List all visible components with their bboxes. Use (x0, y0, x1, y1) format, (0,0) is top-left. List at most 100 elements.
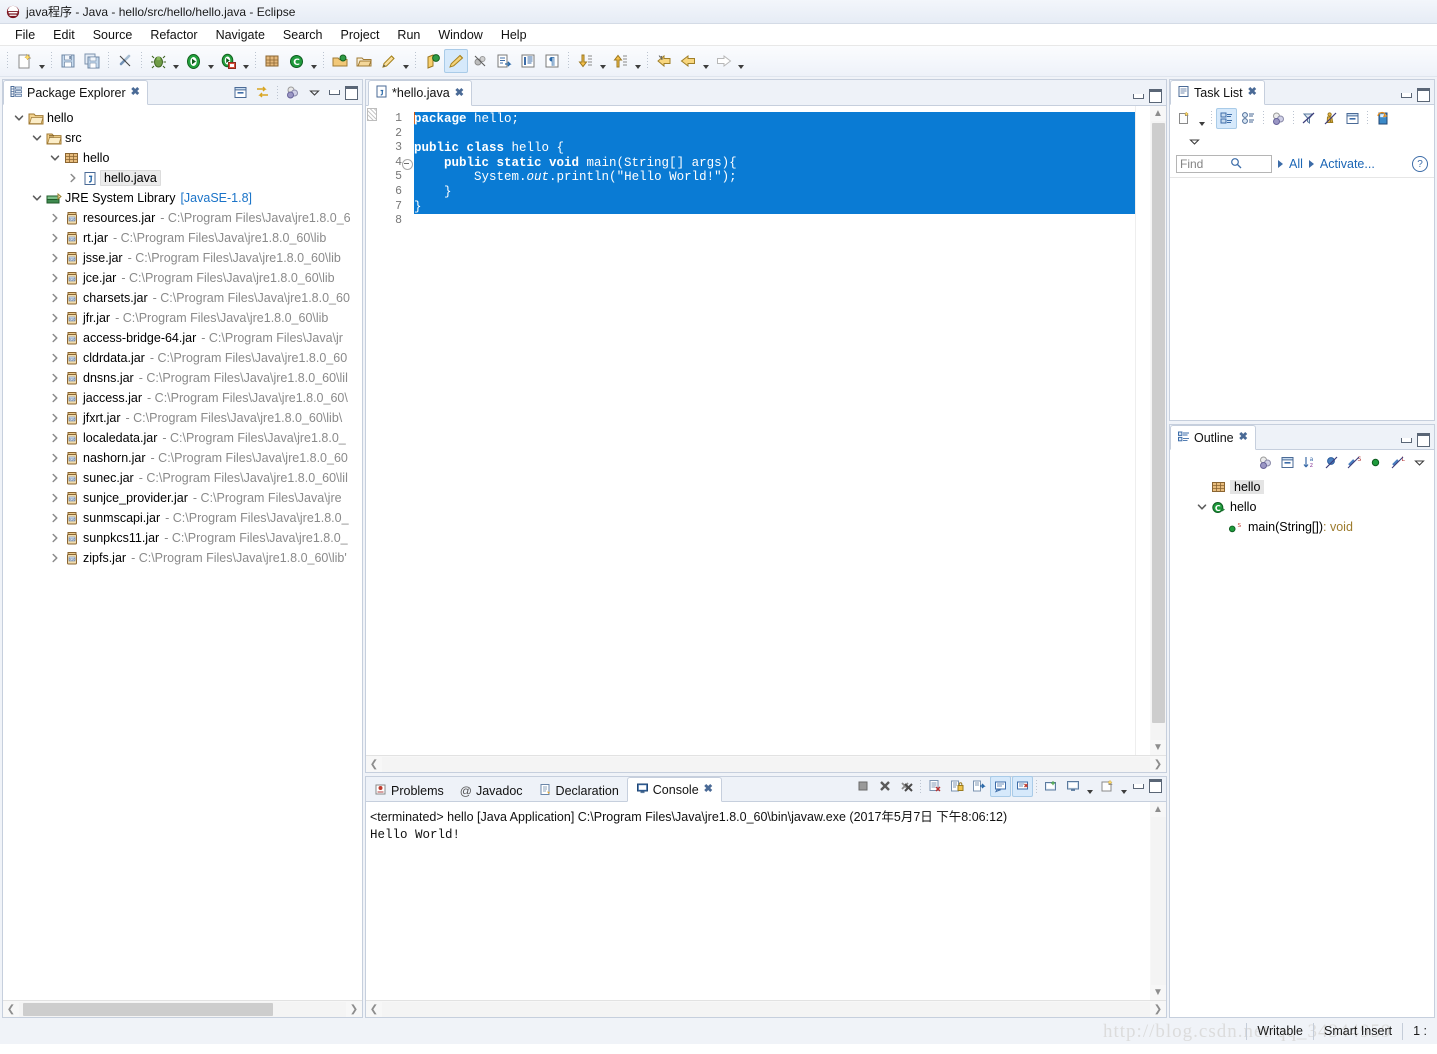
annotation-icon[interactable] (420, 49, 444, 73)
search-input[interactable]: Find (1176, 155, 1272, 173)
pin-console-icon[interactable] (968, 776, 989, 797)
lock-scroll-icon[interactable] (946, 776, 967, 797)
twisty-collapsed-icon[interactable] (47, 408, 63, 428)
twisty-collapsed-icon[interactable] (47, 228, 63, 248)
run-icon[interactable] (181, 49, 205, 73)
run-dropdown-arrow[interactable] (205, 47, 216, 75)
tree-row[interactable]: 010 jsse.jar - C:\Program Files\Java\jre1.… (3, 248, 362, 268)
tree-row[interactable]: JRE System Library [JavaSE-1.8] (3, 188, 362, 208)
console-dropdown-icon[interactable] (1084, 772, 1095, 800)
code-line[interactable]: System.out.println("Hello World!"); (414, 170, 1135, 185)
remove-all-launches-icon[interactable] (896, 776, 917, 797)
debug-dropdown-arrow[interactable] (170, 47, 181, 75)
forward-dropdown-arrow[interactable] (735, 47, 746, 75)
scroll-left-button[interactable]: ❮ (366, 757, 382, 772)
back-icon[interactable] (676, 49, 700, 73)
scroll-up-button[interactable]: ▲ (1150, 802, 1166, 817)
console-vscrollbar[interactable]: ▲ ▼ (1150, 802, 1166, 1000)
tree-row[interactable]: 010 sunpkcs11.jar - C:\Program Files\Java\… (3, 528, 362, 548)
twisty-collapsed-icon[interactable] (65, 168, 81, 188)
open-console-icon[interactable] (1012, 775, 1033, 797)
code-line[interactable] (414, 126, 1135, 142)
outline-row[interactable]: hello (1170, 477, 1434, 497)
tree-row[interactable]: hello.java (3, 168, 362, 188)
open-type-icon[interactable] (328, 49, 352, 73)
menu-search[interactable]: Search (274, 26, 332, 44)
new-task-dropdown-arrow[interactable] (1196, 104, 1207, 132)
search-icon[interactable] (1230, 157, 1268, 172)
menu-run[interactable]: Run (388, 26, 429, 44)
menu-edit[interactable]: Edit (44, 26, 84, 44)
vscroll-thumb[interactable] (1151, 123, 1165, 723)
twisty-collapsed-icon[interactable] (47, 468, 63, 488)
new-task-icon[interactable] (1174, 108, 1195, 129)
twisty-expanded-icon[interactable] (1194, 497, 1210, 517)
outline-row[interactable]: Chello (1170, 497, 1434, 517)
hscroll-track[interactable] (19, 1001, 346, 1017)
scheduled-presentation-icon[interactable] (1238, 108, 1259, 129)
menu-navigate[interactable]: Navigate (207, 26, 274, 44)
tree-row[interactable]: 010 sunjce_provider.jar - C:\Program Files… (3, 488, 362, 508)
twisty-collapsed-icon[interactable] (47, 368, 63, 388)
show-whitespace-icon[interactable] (516, 49, 540, 73)
tab-task-list[interactable]: Task List ✖ (1170, 80, 1265, 105)
editor-hscrollbar[interactable]: ❮ ❯ (366, 755, 1166, 772)
outline-tree[interactable]: hello Chello Smain(String[]) : void (1170, 474, 1434, 1017)
sort-icon[interactable]: az (1299, 452, 1320, 473)
forward-icon[interactable] (711, 49, 735, 73)
code-line[interactable] (414, 214, 1135, 229)
link-with-editor-icon[interactable] (252, 82, 273, 103)
tab-declaration[interactable]: Declaration (531, 779, 627, 802)
console-monitor-icon[interactable] (1062, 776, 1083, 797)
code-line[interactable]: package hello; (414, 112, 1135, 127)
clear-console-icon[interactable] (924, 776, 945, 797)
maximize-button[interactable] (1415, 87, 1431, 103)
tree-row[interactable]: hello (3, 108, 362, 128)
new-wizard-icon[interactable] (12, 49, 36, 73)
tree-row[interactable]: 010 jce.jar - C:\Program Files\Java\jre1.8… (3, 268, 362, 288)
tree-row[interactable]: 010 jfr.jar - C:\Program Files\Java\jre1.8… (3, 308, 362, 328)
view-menu-icon[interactable] (304, 82, 325, 103)
menu-refactor[interactable]: Refactor (141, 26, 206, 44)
skip-all-breakpoints-icon[interactable] (468, 49, 492, 73)
twisty-collapsed-icon[interactable] (47, 248, 63, 268)
twisty-collapsed-icon[interactable] (47, 348, 63, 368)
toggle-mark-occurrences-icon[interactable] (444, 49, 468, 73)
code-line[interactable]: } (414, 184, 1135, 200)
new-java-package-icon[interactable] (260, 49, 284, 73)
twisty-collapsed-icon[interactable] (47, 508, 63, 528)
maximize-button[interactable] (1147, 88, 1163, 104)
back-history-icon[interactable] (652, 49, 676, 73)
maximize-button[interactable] (1415, 432, 1431, 448)
search-marker-icon[interactable] (376, 49, 400, 73)
filter-completed-icon[interactable] (1298, 108, 1319, 129)
tree-row[interactable]: hello (3, 148, 362, 168)
tree-row[interactable]: 010 resources.jar - C:\Program Files\Java\… (3, 208, 362, 228)
twisty-collapsed-icon[interactable] (47, 548, 63, 568)
minimize-button[interactable] (1130, 88, 1146, 104)
menu-source[interactable]: Source (84, 26, 142, 44)
close-icon[interactable]: ✖ (1239, 432, 1248, 443)
open-task-icon[interactable] (352, 49, 376, 73)
new-java-class-icon[interactable]: C (284, 49, 308, 73)
new-class-dropdown-arrow[interactable] (308, 47, 319, 75)
tree-row[interactable]: 010 access-bridge-64.jar - C:\Program File… (3, 328, 362, 348)
menu-help[interactable]: Help (492, 26, 536, 44)
search-dropdown-arrow[interactable] (400, 47, 411, 75)
twisty-expanded-icon[interactable] (11, 108, 27, 128)
remove-launch-icon[interactable] (874, 776, 895, 797)
editor-folding-column[interactable] (404, 106, 414, 755)
next-annotation-icon[interactable] (492, 49, 516, 73)
save-icon[interactable] (56, 49, 80, 73)
scroll-left-button[interactable]: ❮ (3, 1002, 19, 1017)
twisty-collapsed-icon[interactable] (47, 488, 63, 508)
activate-arrow-icon[interactable] (1308, 160, 1314, 168)
package-explorer-tree[interactable]: hello src hello hello.java JRE System Librar… (3, 105, 362, 1000)
editor-annotation-ruler[interactable] (366, 106, 378, 755)
scroll-left-button[interactable]: ❮ (366, 1002, 382, 1017)
twisty-expanded-icon[interactable] (29, 128, 45, 148)
previous-edit-dropdown-arrow[interactable] (632, 47, 643, 75)
previous-edit-icon[interactable] (608, 49, 632, 73)
display-selected-console-icon[interactable] (990, 775, 1011, 797)
tree-row[interactable]: 010 jfxrt.jar - C:\Program Files\Java\jre1… (3, 408, 362, 428)
